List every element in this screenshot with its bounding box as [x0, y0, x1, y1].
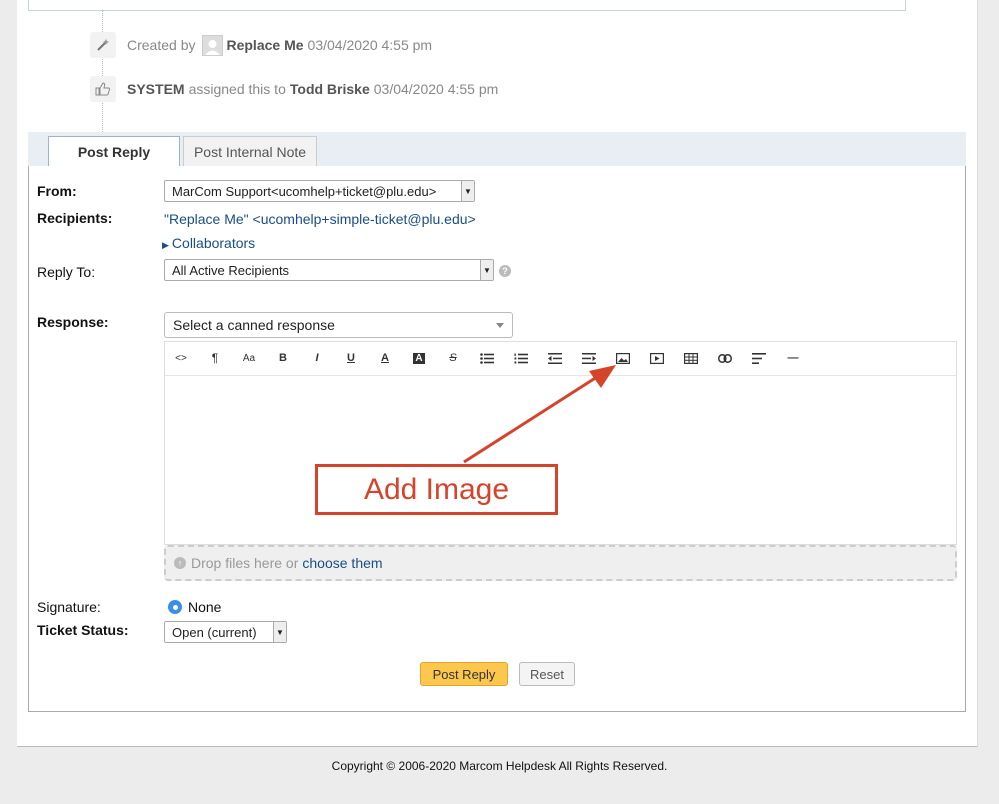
- footer-copyright: Copyright © 2006-2020 Marcom Helpdesk Al…: [331, 759, 668, 773]
- add-image-annotation: Add Image: [315, 464, 558, 515]
- annotation-arrow: [463, 365, 616, 464]
